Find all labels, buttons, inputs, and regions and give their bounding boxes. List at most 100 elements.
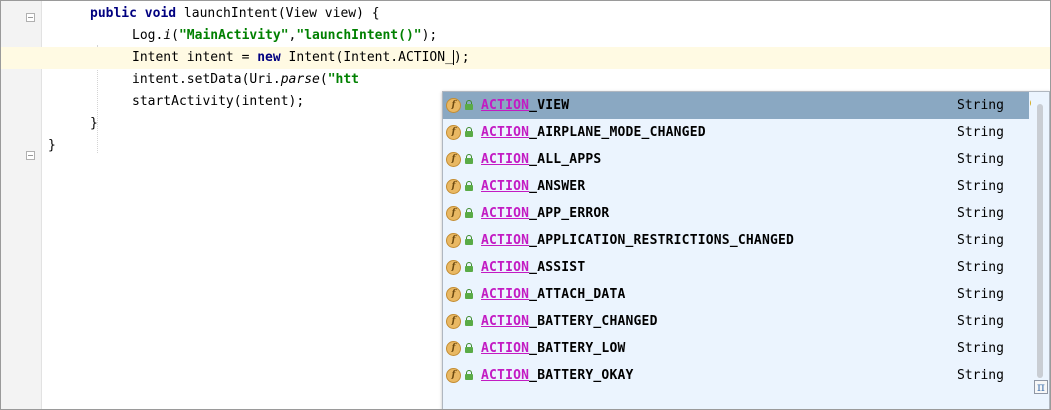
completion-popup[interactable]: f ACTION_VIEW String f ACTION_AIRPLANE_MODE_… [442, 91, 1050, 409]
completion-item[interactable]: f ACTION_ATTACH_DATA String [443, 281, 1029, 308]
code-token-with-caret: Intent(Intent.ACTION_ [288, 50, 454, 65]
public-lock-icon [465, 208, 473, 218]
completion-item-name: ACTION_BATTERY_LOW [481, 335, 626, 362]
public-lock-icon [465, 235, 473, 245]
completion-item-suffix: _VIEW [529, 98, 570, 113]
completion-item-type: String [957, 341, 1004, 356]
completion-item-name: ACTION_ATTACH_DATA [481, 281, 626, 308]
public-lock-icon [465, 127, 473, 137]
completion-item-name: ACTION_VIEW [481, 92, 569, 119]
completion-item-suffix: _AIRPLANE_MODE_CHANGED [529, 125, 706, 140]
completion-item[interactable]: f ACTION_BATTERY_CHANGED String [443, 308, 1029, 335]
completion-item-type: String [957, 125, 1004, 140]
matched-prefix: ACTION [481, 260, 530, 275]
completion-item-suffix: _BATTERY_LOW [529, 341, 626, 356]
completion-item-type: String [957, 368, 1004, 383]
completion-item-type: String [957, 314, 1004, 329]
field-icon: f [446, 287, 461, 302]
matched-prefix: ACTION [481, 98, 530, 113]
field-icon: f [446, 341, 461, 356]
matched-prefix: ACTION [481, 314, 530, 329]
field-icon: f [446, 179, 461, 194]
code-token: startActivity(intent); [132, 94, 305, 109]
scrollbar-thumb[interactable] [1037, 104, 1043, 378]
method-token: i [163, 28, 172, 43]
public-lock-icon [465, 289, 473, 299]
field-icon: f [446, 98, 461, 113]
code-token: Log. [132, 28, 164, 43]
completion-item[interactable]: f ACTION_ANSWER String [443, 173, 1029, 200]
completion-item-name: ACTION_BATTERY_OKAY [481, 362, 634, 389]
method-signature: launchIntent(View view) { [183, 6, 380, 21]
code-line-2[interactable]: Log.i("MainActivity","launchIntent()"); [1, 25, 1050, 47]
completion-item-name: ACTION_ASSIST [481, 254, 585, 281]
public-lock-icon [465, 181, 473, 191]
pi-icon[interactable]: π [1034, 380, 1048, 394]
completion-item-name: ACTION_APPLICATION_RESTRICTIONS_CHANGED [481, 227, 794, 254]
code-token: ( [319, 72, 328, 87]
matched-prefix: ACTION [481, 206, 530, 221]
completion-item-type: String [957, 287, 1004, 302]
field-icon: f [446, 260, 461, 275]
public-lock-icon [465, 343, 473, 353]
completion-item-name: ACTION_ANSWER [481, 173, 585, 200]
public-lock-icon [465, 316, 473, 326]
completion-item[interactable]: f ACTION_APPLICATION_RESTRICTIONS_CHANGED… [443, 227, 1029, 254]
keyword-token: public void [90, 6, 184, 21]
completion-item[interactable]: f ACTION_BATTERY_LOW String [443, 335, 1029, 362]
method-token: parse [280, 72, 320, 87]
code-token: ); [421, 28, 438, 43]
completion-item[interactable]: f ACTION_APP_ERROR String [443, 200, 1029, 227]
matched-prefix: ACTION [481, 152, 530, 167]
completion-item-type: String [957, 260, 1004, 275]
code-line-1[interactable]: public void launchIntent(View view) { [1, 3, 1050, 25]
field-icon: f [446, 368, 461, 383]
completion-item-suffix: _APPLICATION_RESTRICTIONS_CHANGED [529, 233, 795, 248]
completion-item-name: ACTION_BATTERY_CHANGED [481, 308, 658, 335]
completion-item-type: String [957, 206, 1004, 221]
field-icon: f [446, 233, 461, 248]
completion-item-suffix: _ATTACH_DATA [529, 287, 626, 302]
code-line-4[interactable]: intent.setData(Uri.parse("htt [1, 69, 1050, 91]
field-icon: f [446, 152, 461, 167]
completion-item-name: ACTION_APP_ERROR [481, 200, 609, 227]
public-lock-icon [465, 370, 473, 380]
matched-prefix: ACTION [481, 341, 530, 356]
completion-item[interactable]: f ACTION_BATTERY_OKAY String [443, 362, 1029, 389]
field-icon: f [446, 206, 461, 221]
public-lock-icon [465, 154, 473, 164]
completion-item-suffix: _ASSIST [529, 260, 586, 275]
completion-item-suffix: _BATTERY_CHANGED [529, 314, 658, 329]
closing-brace: } [90, 116, 98, 131]
completion-item[interactable]: f ACTION_ASSIST String [443, 254, 1029, 281]
code-token: ( [171, 28, 179, 43]
completion-item-suffix: _APP_ERROR [529, 206, 610, 221]
matched-prefix: ACTION [481, 179, 530, 194]
completion-item[interactable]: f ACTION_VIEW String [443, 92, 1029, 119]
matched-prefix: ACTION [481, 125, 530, 140]
completion-item-name: ACTION_AIRPLANE_MODE_CHANGED [481, 119, 706, 146]
code-line-3-current[interactable]: Intent intent = new Intent(Intent.ACTION… [1, 47, 1050, 69]
public-lock-icon [465, 100, 473, 110]
completion-item-type: String [957, 98, 1004, 113]
code-editor[interactable]: public void launchIntent(View view) { Lo… [0, 0, 1051, 410]
string-token: "launchIntent()" [296, 28, 422, 43]
public-lock-icon [465, 262, 473, 272]
completion-item-type: String [957, 179, 1004, 194]
completion-item-suffix: _BATTERY_OKAY [529, 368, 634, 383]
string-token: "MainActivity" [178, 28, 289, 43]
code-token: Intent intent = [132, 50, 258, 65]
closing-brace: } [48, 138, 56, 153]
completion-item-suffix: _ALL_APPS [529, 152, 602, 167]
completion-item[interactable]: f ACTION_AIRPLANE_MODE_CHANGED String [443, 119, 1029, 146]
matched-prefix: ACTION [481, 368, 530, 383]
completion-item[interactable]: f ACTION_ALL_APPS String [443, 146, 1029, 173]
completion-scrollbar[interactable]: π [1031, 92, 1049, 409]
keyword-token: new [257, 50, 289, 65]
field-icon: f [446, 314, 461, 329]
code-token: ); [453, 50, 470, 65]
matched-prefix: ACTION [481, 233, 530, 248]
completion-item-suffix: _ANSWER [529, 179, 586, 194]
code-token: intent.setData(Uri. [132, 72, 281, 87]
field-icon: f [446, 125, 461, 140]
